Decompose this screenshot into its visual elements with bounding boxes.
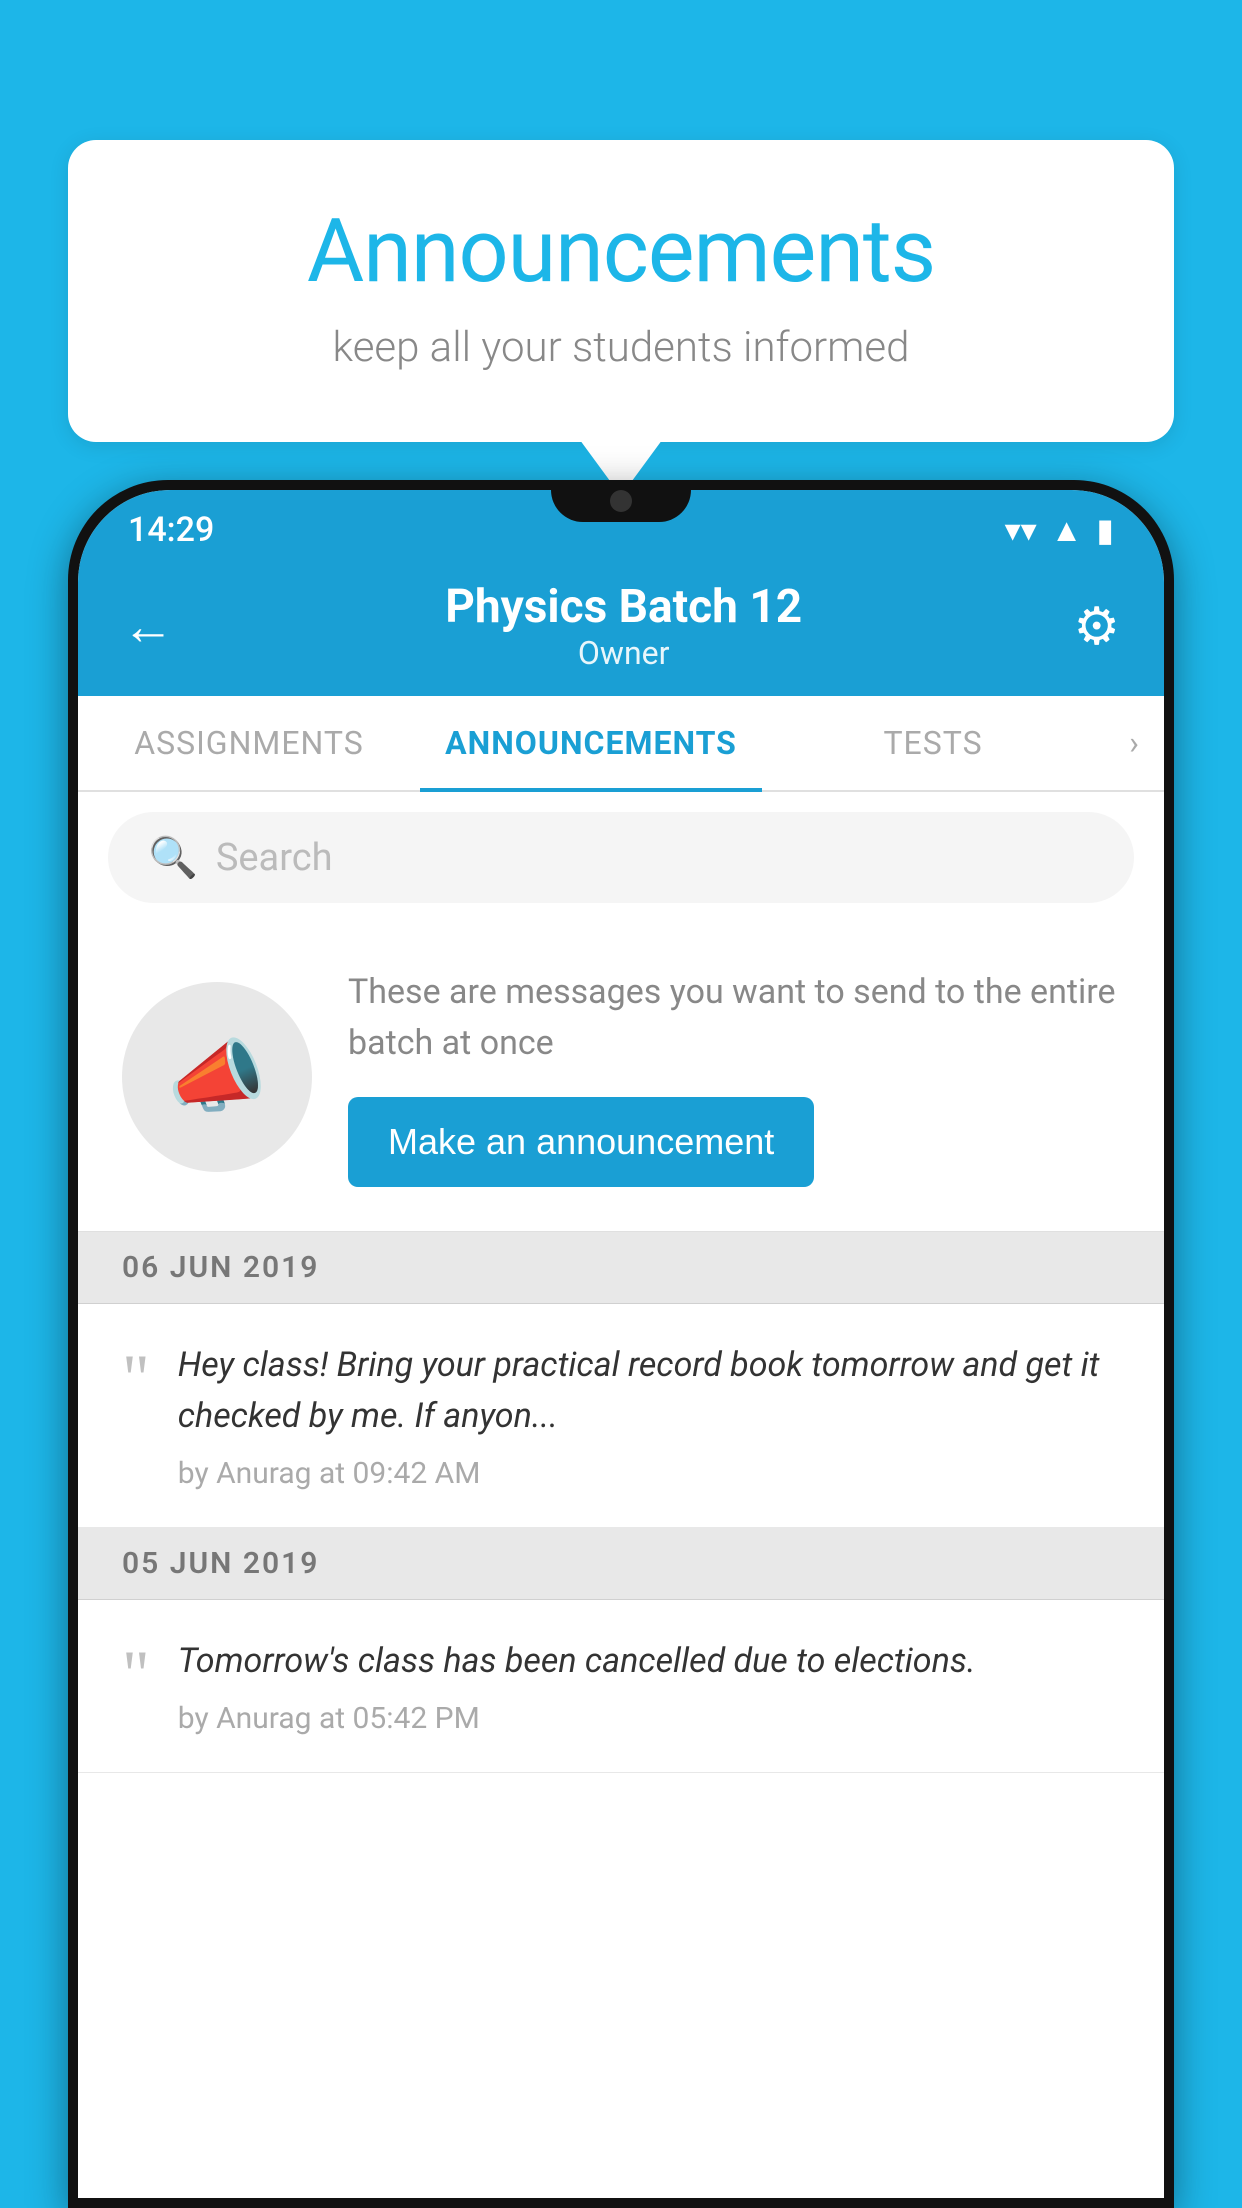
date-separator-1: 06 JUN 2019 bbox=[78, 1232, 1164, 1304]
search-placeholder: Search bbox=[216, 836, 333, 880]
announcement-item-1[interactable]: " Hey class! Bring your practical record… bbox=[78, 1304, 1164, 1528]
announcement-text-2: Tomorrow's class has been cancelled due … bbox=[178, 1636, 1120, 1687]
header-title-group: Physics Batch 12 Owner bbox=[174, 580, 1073, 672]
gear-icon[interactable]: ⚙ bbox=[1073, 596, 1120, 657]
battery-icon: ▮ bbox=[1096, 511, 1114, 549]
make-announcement-button[interactable]: Make an announcement bbox=[348, 1097, 814, 1187]
announcement-item-2[interactable]: " Tomorrow's class has been cancelled du… bbox=[78, 1600, 1164, 1773]
announcement-meta-2: by Anurag at 05:42 PM bbox=[178, 1701, 1120, 1736]
megaphone-icon: 📣 bbox=[167, 1030, 267, 1124]
announcement-text-group-2: Tomorrow's class has been cancelled due … bbox=[178, 1636, 1120, 1736]
promo-card: 📣 These are messages you want to send to… bbox=[78, 923, 1164, 1232]
speech-bubble: Announcements keep all your students inf… bbox=[68, 140, 1174, 442]
back-button[interactable]: ← bbox=[122, 596, 174, 657]
wifi-icon: ▾▾ bbox=[1005, 511, 1037, 549]
phone-notch bbox=[551, 480, 691, 522]
app-header: ← Physics Batch 12 Owner ⚙ bbox=[78, 562, 1164, 696]
tabs-bar: ASSIGNMENTS ANNOUNCEMENTS TESTS › bbox=[78, 696, 1164, 792]
promo-text-group: These are messages you want to send to t… bbox=[348, 967, 1120, 1187]
tab-assignments[interactable]: ASSIGNMENTS bbox=[78, 696, 420, 790]
speech-bubble-title: Announcements bbox=[148, 200, 1094, 303]
announcement-text-group-1: Hey class! Bring your practical record b… bbox=[178, 1340, 1120, 1491]
speech-bubble-container: Announcements keep all your students inf… bbox=[68, 140, 1174, 442]
content-area: 🔍 Search 📣 These are messages you want t… bbox=[78, 792, 1164, 1773]
phone-camera bbox=[610, 490, 632, 512]
status-time: 14:29 bbox=[128, 510, 214, 550]
quote-icon-2: " bbox=[122, 1640, 150, 1708]
search-bar[interactable]: 🔍 Search bbox=[108, 812, 1134, 903]
tab-more-button[interactable]: › bbox=[1104, 696, 1164, 790]
phone-frame: 14:29 ▾▾ ▲ ▮ ← Physics Batch 12 Owner ⚙ … bbox=[68, 480, 1174, 2208]
speech-bubble-subtitle: keep all your students informed bbox=[148, 323, 1094, 372]
tab-tests[interactable]: TESTS bbox=[762, 696, 1104, 790]
phone-screen: 14:29 ▾▾ ▲ ▮ ← Physics Batch 12 Owner ⚙ … bbox=[78, 490, 1164, 2198]
date-separator-2: 05 JUN 2019 bbox=[78, 1528, 1164, 1600]
status-icons: ▾▾ ▲ ▮ bbox=[1005, 511, 1114, 549]
search-icon: 🔍 bbox=[148, 834, 198, 881]
header-subtitle: Owner bbox=[174, 634, 1073, 672]
tab-announcements[interactable]: ANNOUNCEMENTS bbox=[420, 696, 762, 790]
announcement-text-1: Hey class! Bring your practical record b… bbox=[178, 1340, 1120, 1442]
signal-icon: ▲ bbox=[1051, 511, 1083, 549]
promo-description: These are messages you want to send to t… bbox=[348, 967, 1120, 1069]
announcement-icon-circle: 📣 bbox=[122, 982, 312, 1172]
search-container: 🔍 Search bbox=[78, 792, 1164, 923]
quote-icon-1: " bbox=[122, 1344, 150, 1412]
announcement-meta-1: by Anurag at 09:42 AM bbox=[178, 1456, 1120, 1491]
header-title: Physics Batch 12 bbox=[174, 580, 1073, 634]
